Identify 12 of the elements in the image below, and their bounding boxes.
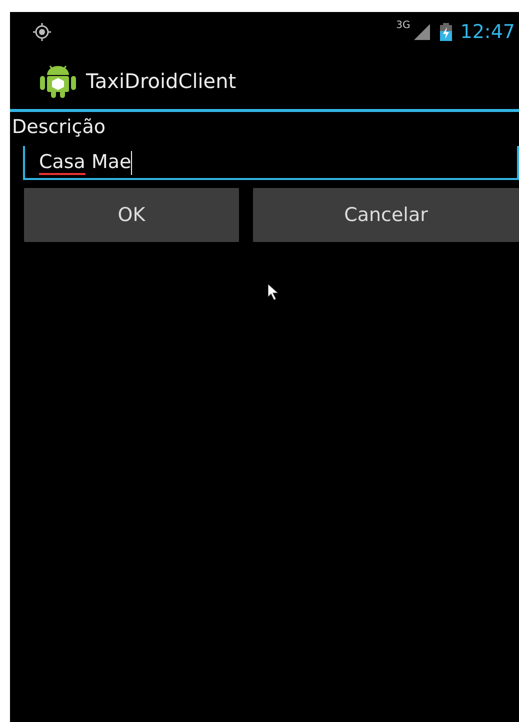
signal-icon [414, 24, 430, 40]
location-icon [32, 22, 52, 42]
description-label: Descrição [12, 116, 106, 138]
dialog-button[interactable]: OK [24, 188, 239, 242]
app-title: TaxiDroidClient [86, 68, 236, 92]
clock-time: 12:47 [460, 21, 515, 43]
network-type: 3G [396, 20, 410, 31]
dialog-button[interactable]: Cancelar [253, 188, 519, 242]
android-robot-icon [40, 64, 76, 98]
mouse-pointer-icon [268, 284, 280, 300]
description-input-field[interactable]: Casa Mae [23, 146, 519, 180]
battery-charging-icon [440, 23, 452, 41]
